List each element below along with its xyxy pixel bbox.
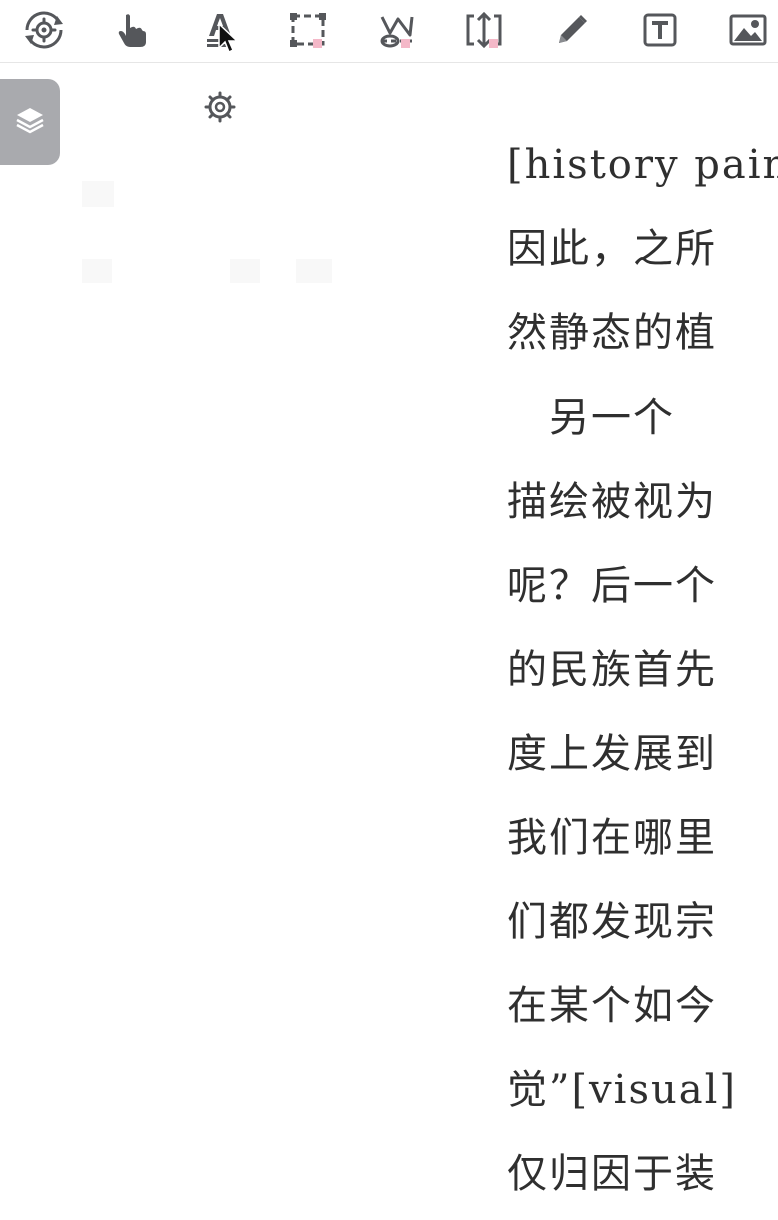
hand-pointer-icon	[116, 12, 148, 48]
active-marker	[489, 39, 498, 48]
text-line: 觉”[visual]	[507, 1067, 737, 1113]
text-line: 我们在哪里	[507, 815, 717, 861]
pan-hand-button[interactable]	[108, 6, 156, 54]
text-line: 另一个	[507, 395, 675, 441]
text-line: 的民族首先	[507, 647, 717, 693]
lasso-icon	[376, 11, 416, 49]
image-icon	[728, 12, 768, 48]
layers-icon	[15, 105, 45, 139]
rectangle-select-button[interactable]	[284, 6, 332, 54]
rotate-gear-icon	[21, 10, 67, 50]
text-line: 呢？后一个	[507, 563, 717, 609]
text-line: 度上发展到	[507, 731, 717, 777]
freeform-select-button[interactable]	[372, 6, 420, 54]
text-line: 在某个如今	[507, 983, 717, 1029]
expand-arrows-icon	[464, 10, 504, 50]
active-marker	[313, 39, 322, 48]
active-marker	[401, 39, 410, 48]
layers-panel-toggle[interactable]	[0, 79, 60, 165]
pencil-button[interactable]	[548, 6, 596, 54]
rectangle-select-icon	[288, 11, 328, 49]
text-line: 仅归因于装	[507, 1151, 717, 1197]
text-line: 描绘被视为	[507, 479, 717, 525]
text-box-icon	[641, 11, 679, 49]
text-line: 然静态的植	[507, 310, 717, 356]
mouse-cursor-icon	[217, 22, 239, 54]
document-page: [history pain 因此，之所 然静态的植 另一个 描绘被视为 呢？后一…	[0, 63, 778, 1220]
faint-mark	[230, 259, 260, 283]
text-line: 们都发现宗	[507, 899, 717, 945]
rotate-settings-button[interactable]	[20, 6, 68, 54]
image-button[interactable]	[724, 6, 772, 54]
text-line: [history pain	[507, 142, 778, 188]
fit-resize-button[interactable]	[460, 6, 508, 54]
faint-mark	[296, 259, 332, 283]
faint-mark	[82, 181, 114, 207]
pencil-icon	[554, 12, 590, 48]
faint-mark	[82, 259, 112, 283]
text-line: 因此，之所	[507, 226, 717, 272]
text-box-button[interactable]	[636, 6, 684, 54]
top-toolbar	[0, 0, 778, 63]
